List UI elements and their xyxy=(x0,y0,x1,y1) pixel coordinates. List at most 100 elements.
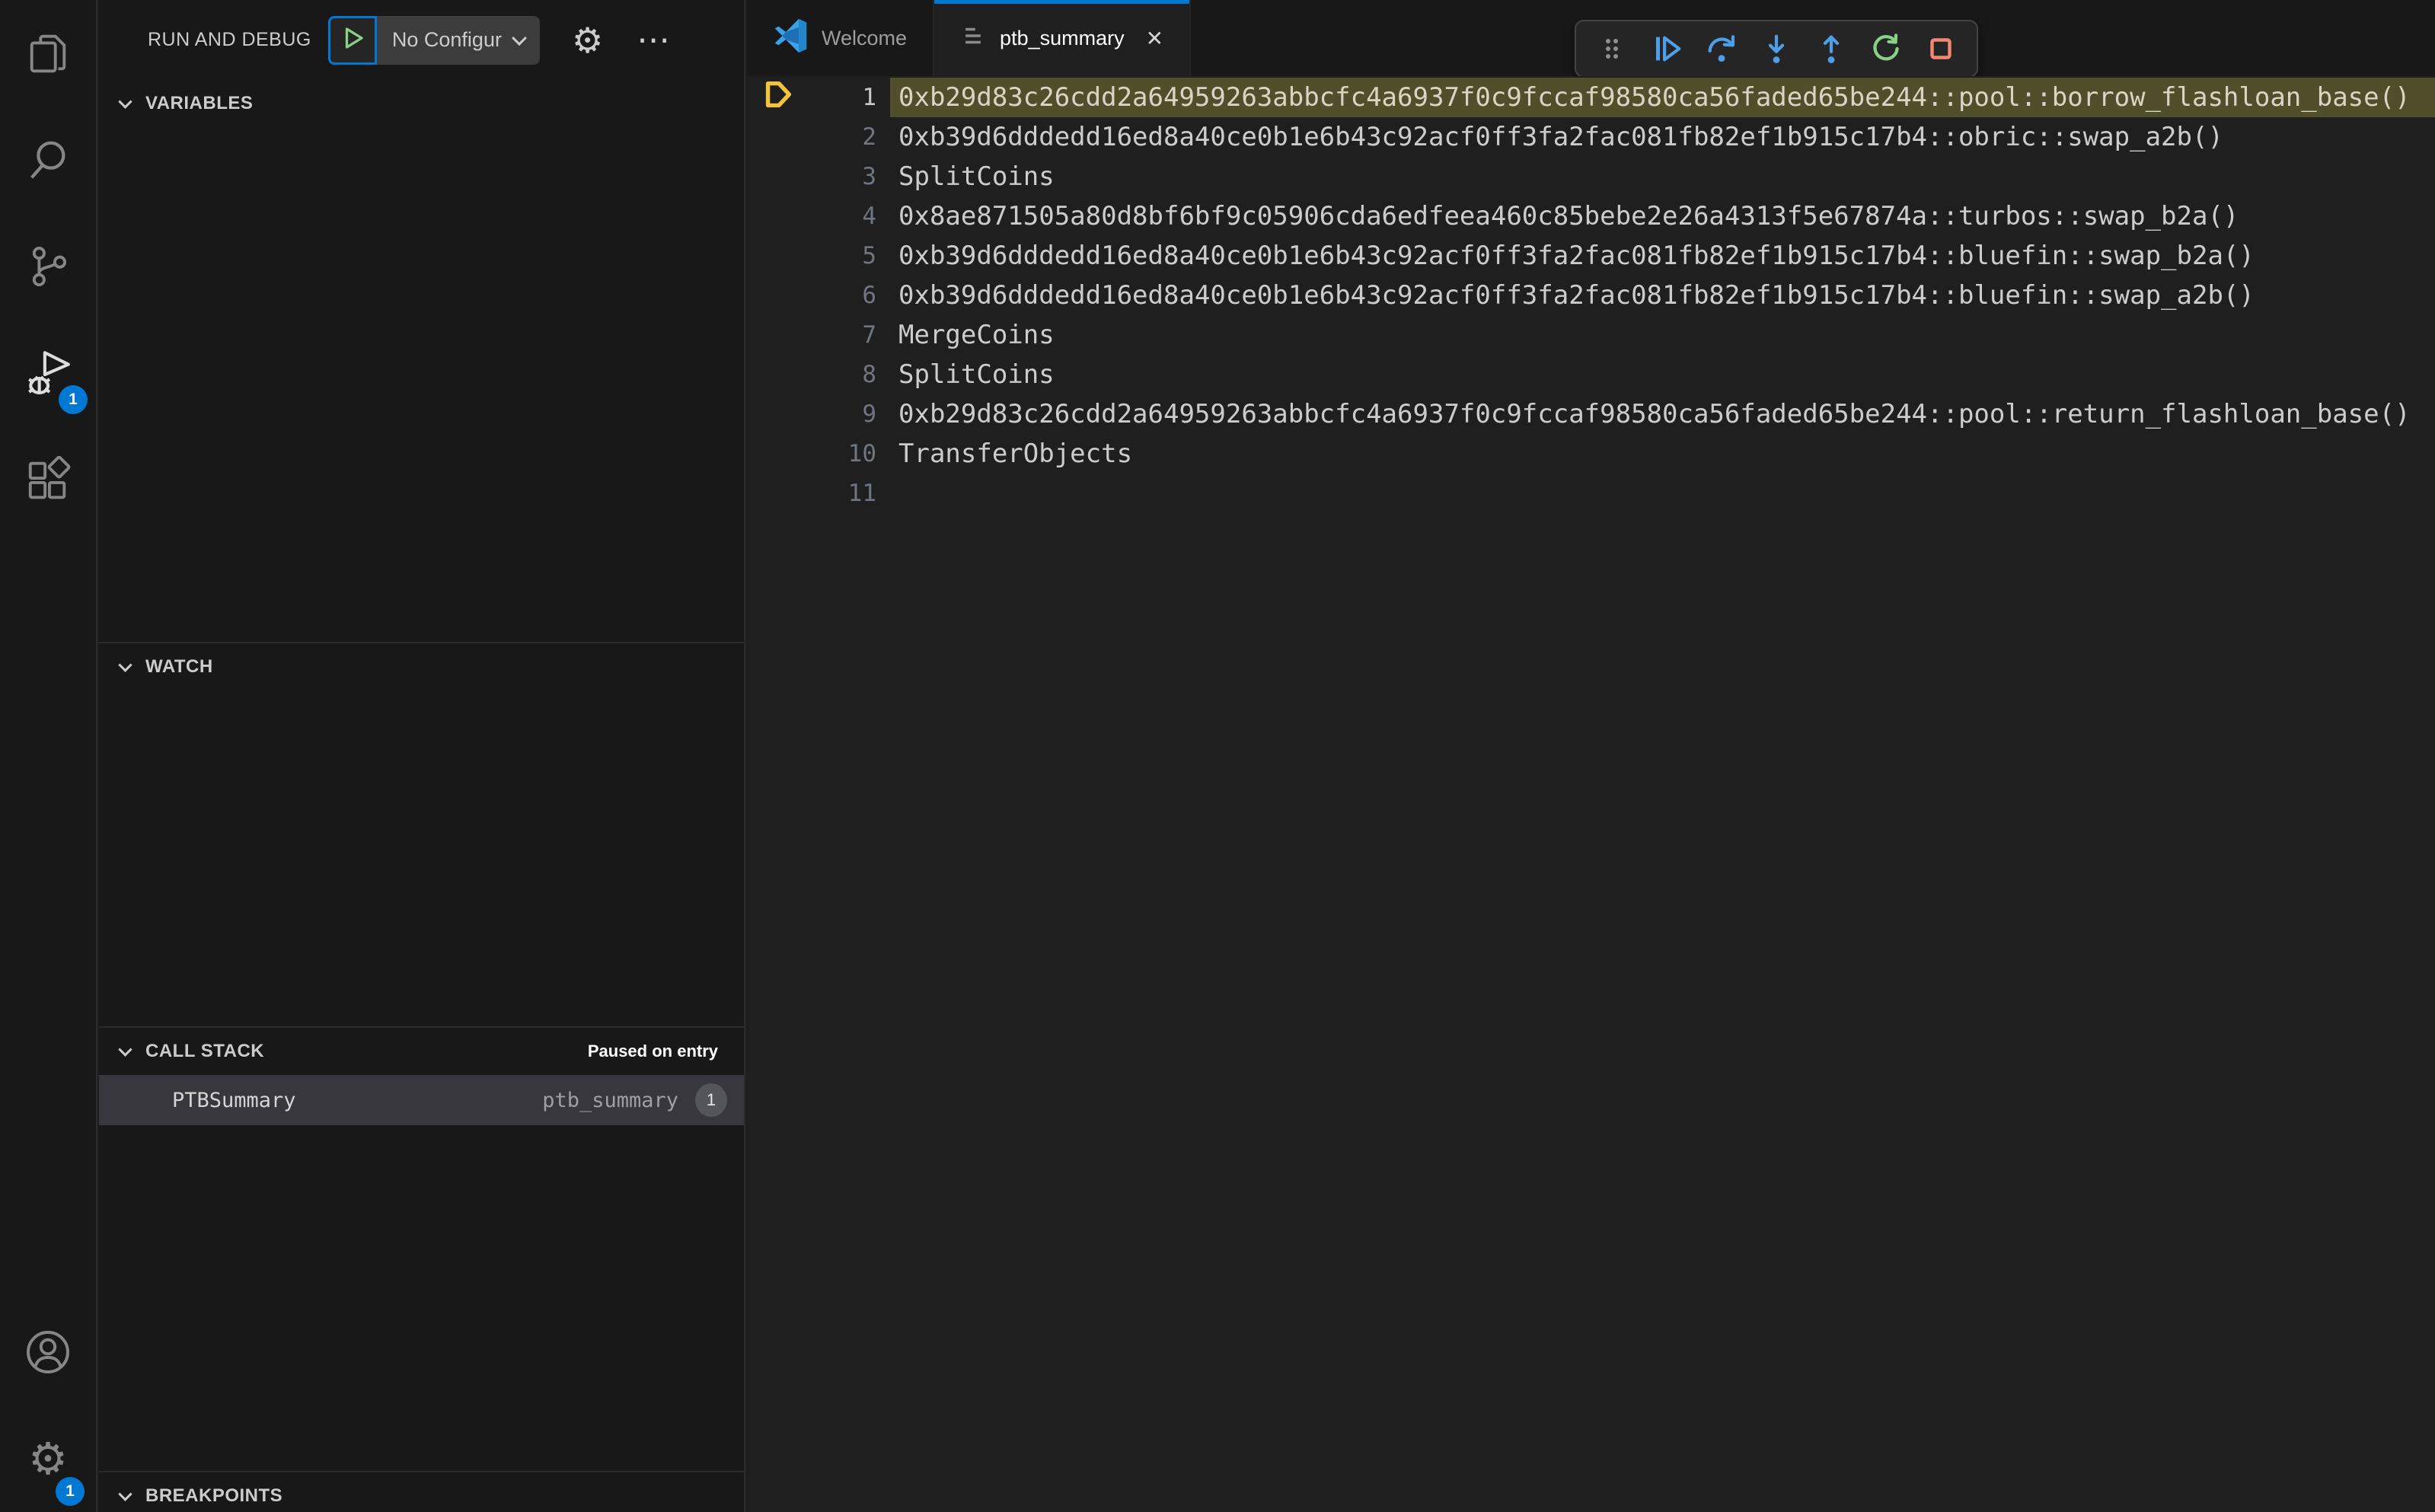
chevron-down-icon xyxy=(118,1486,132,1501)
editor-line[interactable]: 7 MergeCoins xyxy=(747,315,2435,355)
line-text: 0x8ae871505a80d8bf6bf9c05906cda6edfeea46… xyxy=(898,201,2239,231)
call-stack-section: CALL STACK Paused on entry PTBSummary pt… xyxy=(99,1026,744,1471)
sidebar-item-accounts[interactable] xyxy=(0,1299,97,1405)
step-into-button[interactable] xyxy=(1759,31,1794,66)
sidebar-item-settings[interactable]: ⚙ 1 xyxy=(0,1405,97,1512)
line-number: 9 xyxy=(862,400,876,428)
search-icon xyxy=(24,136,72,183)
stack-frame-badge: 1 xyxy=(695,1083,727,1117)
source-control-icon xyxy=(24,243,72,290)
line-number: 8 xyxy=(862,361,876,388)
line-number: 10 xyxy=(847,440,876,467)
continue-button[interactable] xyxy=(1649,31,1684,66)
line-text: 0xb39d6dddedd16ed8a40ce0b1e6b43c92acf0ff… xyxy=(898,122,2223,152)
sidebar-item-extensions[interactable] xyxy=(0,426,97,533)
editor-line[interactable]: 4 0x8ae871505a80d8bf6bf9c05906cda6edfeea… xyxy=(747,196,2435,236)
line-number: 4 xyxy=(862,203,876,230)
debug-badge: 1 xyxy=(59,385,88,414)
debug-toolbar xyxy=(1575,20,1978,78)
call-stack-section-header[interactable]: CALL STACK Paused on entry xyxy=(99,1028,744,1075)
line-number: 11 xyxy=(847,480,876,507)
stop-button[interactable] xyxy=(1923,31,1958,66)
line-text: SplitCoins xyxy=(898,359,1055,390)
line-number: 7 xyxy=(862,321,876,349)
variables-section-header[interactable]: VARIABLES xyxy=(99,80,744,127)
tab-label: ptb_summary xyxy=(1000,26,1125,49)
stack-frame-source: ptb_summary xyxy=(542,1088,678,1112)
stack-frame-name: PTBSummary xyxy=(172,1088,296,1112)
sidebar-item-run-and-debug[interactable]: 1 xyxy=(0,320,97,426)
sidebar-item-search[interactable] xyxy=(0,107,97,213)
line-text: MergeCoins xyxy=(898,320,1055,350)
breakpoints-section: BREAKPOINTS xyxy=(99,1471,744,1512)
editor-line[interactable]: 9 0xb29d83c26cdd2a64959263abbcfc4a6937f0… xyxy=(747,394,2435,434)
vscode-logo-icon xyxy=(773,18,808,59)
code-editor[interactable]: 1 0xb29d83c26cdd2a64959263abbcfc4a6937f0… xyxy=(747,76,2435,1512)
file-list-icon xyxy=(960,23,986,54)
line-number: 2 xyxy=(862,123,876,151)
run-and-debug-panel: RUN AND DEBUG No Configur ⚙ ⋯ VARIABLES … xyxy=(99,0,745,1512)
account-icon xyxy=(24,1328,72,1376)
editor-line[interactable]: 8 SplitCoins xyxy=(747,355,2435,394)
watch-section: WATCH xyxy=(99,642,744,1026)
sidebar-item-source-control[interactable] xyxy=(0,213,97,320)
line-number: 6 xyxy=(862,282,876,309)
debug-stackframe-arrow-icon xyxy=(761,77,796,119)
breakpoints-label: BREAKPOINTS xyxy=(145,1485,283,1506)
toolbar-drag-handle[interactable] xyxy=(1594,31,1629,66)
vscode-window: 1 ⚙ 1 RUN AND DEBUG No Configur ⚙ ⋯ VARI… xyxy=(0,0,2435,1512)
line-text: 0xb29d83c26cdd2a64959263abbcfc4a6937f0c9… xyxy=(890,78,2435,117)
editor-line[interactable]: 3 SplitCoins xyxy=(747,157,2435,196)
tab-ptb-summary[interactable]: ptb_summary ✕ xyxy=(934,0,1192,76)
chevron-down-icon xyxy=(118,94,132,109)
line-text: 0xb39d6dddedd16ed8a40ce0b1e6b43c92acf0ff… xyxy=(898,280,2255,311)
editor-area: Welcome ptb_summary ✕ 1 0xb29d83c26cdd2a… xyxy=(747,0,2435,1512)
more-actions-icon[interactable]: ⋯ xyxy=(637,23,670,57)
call-stack-label: CALL STACK xyxy=(145,1041,265,1061)
play-icon xyxy=(339,24,366,56)
restart-button[interactable] xyxy=(1869,31,1904,66)
editor-line[interactable]: 6 0xb39d6dddedd16ed8a40ce0b1e6b43c92acf0… xyxy=(747,276,2435,315)
configure-gear-icon[interactable]: ⚙ xyxy=(572,23,603,58)
editor-line[interactable]: 11 xyxy=(747,474,2435,513)
editor-line[interactable]: 10 TransferObjects xyxy=(747,434,2435,474)
line-number: 5 xyxy=(862,242,876,270)
close-icon[interactable]: ✕ xyxy=(1146,26,1163,51)
editor-line[interactable]: 2 0xb39d6dddedd16ed8a40ce0b1e6b43c92acf0… xyxy=(747,117,2435,157)
tab-label: Welcome xyxy=(822,26,908,49)
extensions-icon xyxy=(24,456,72,503)
chevron-down-icon xyxy=(512,30,527,46)
paused-status: Paused on entry xyxy=(587,1041,718,1061)
files-icon xyxy=(24,30,72,77)
line-number: 3 xyxy=(862,163,876,190)
watch-label: WATCH xyxy=(145,656,213,677)
debug-config-label: No Configur xyxy=(391,28,502,51)
activity-bar: 1 ⚙ 1 xyxy=(0,0,97,1512)
line-text: SplitCoins xyxy=(898,161,1055,192)
debug-config-dropdown[interactable]: No Configur xyxy=(376,15,540,65)
sidebar-item-explorer[interactable] xyxy=(0,0,97,107)
panel-header: RUN AND DEBUG No Configur ⚙ ⋯ xyxy=(99,0,744,80)
panel-title: RUN AND DEBUG xyxy=(148,29,311,50)
settings-badge: 1 xyxy=(56,1477,85,1506)
line-text: TransferObjects xyxy=(898,439,1133,469)
gear-icon: ⚙ xyxy=(28,1433,68,1485)
variables-section: VARIABLES xyxy=(99,80,744,642)
line-text xyxy=(890,474,2435,513)
editor-line[interactable]: 1 0xb29d83c26cdd2a64959263abbcfc4a6937f0… xyxy=(747,78,2435,117)
debug-config-group: No Configur xyxy=(327,15,540,65)
breakpoints-section-header[interactable]: BREAKPOINTS xyxy=(99,1472,744,1512)
variables-label: VARIABLES xyxy=(145,93,254,113)
stack-frame-row[interactable]: PTBSummary ptb_summary 1 xyxy=(99,1075,744,1125)
tab-welcome[interactable]: Welcome xyxy=(747,0,935,76)
chevron-down-icon xyxy=(118,657,132,672)
line-text: 0xb29d83c26cdd2a64959263abbcfc4a6937f0c9… xyxy=(898,399,2411,429)
editor-line[interactable]: 5 0xb39d6dddedd16ed8a40ce0b1e6b43c92acf0… xyxy=(747,236,2435,276)
chevron-down-icon xyxy=(118,1041,132,1057)
watch-section-header[interactable]: WATCH xyxy=(99,643,744,691)
line-text: 0xb39d6dddedd16ed8a40ce0b1e6b43c92acf0ff… xyxy=(898,241,2255,271)
start-debug-button[interactable] xyxy=(327,15,377,65)
step-out-button[interactable] xyxy=(1814,31,1849,66)
step-over-button[interactable] xyxy=(1704,31,1739,66)
line-number: 1 xyxy=(862,84,876,111)
